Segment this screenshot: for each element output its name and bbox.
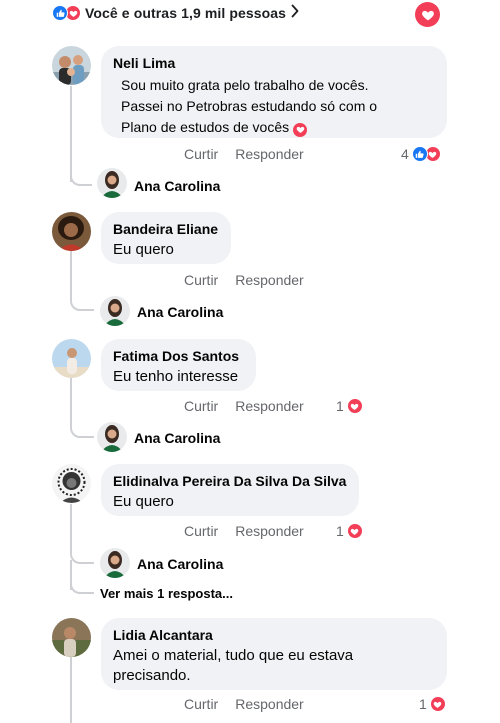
comment-text: Eu quero <box>113 493 174 510</box>
love-icon <box>429 696 446 712</box>
love-icon <box>346 523 363 539</box>
post-reactions-summary[interactable]: Você e outras 1,9 mil pessoas <box>52 2 299 24</box>
reply-author[interactable]: Ana Carolina <box>134 430 220 446</box>
love-icon <box>421 8 435 22</box>
comment-bubble: Fatima Dos Santos Eu tenho interesse <box>101 339 256 391</box>
avatar[interactable] <box>52 46 91 85</box>
reply-author[interactable]: Ana Carolina <box>137 556 223 572</box>
reply-author[interactable]: Ana Carolina <box>134 178 220 194</box>
comment-author[interactable]: Lidia Alcantara <box>113 626 435 644</box>
chevron-right-icon <box>291 4 299 23</box>
like-button[interactable]: Curtir <box>184 272 218 288</box>
thread-connector <box>70 251 94 311</box>
love-reaction-button[interactable] <box>415 2 440 27</box>
reaction-count: 4 <box>401 146 409 162</box>
reply-button[interactable]: Responder <box>235 398 304 414</box>
comment-text: Eu tenho interesse <box>113 368 239 385</box>
like-button[interactable]: Curtir <box>184 398 218 414</box>
comment-text: Amei o material, tudo que eu estava prec… <box>113 647 354 684</box>
reactions-summary-text: Você e outras 1,9 mil pessoas <box>85 5 287 21</box>
like-button[interactable]: Curtir <box>184 696 218 712</box>
comment-author[interactable]: Fatima Dos Santos <box>113 347 244 365</box>
love-icon <box>346 398 363 414</box>
comment-actions: Curtir Responder <box>184 523 304 539</box>
thread-connector <box>70 378 94 438</box>
thread-line <box>70 657 72 723</box>
reply-button[interactable]: Responder <box>235 272 304 288</box>
reaction-count: 1 <box>336 398 344 414</box>
comment-reactions[interactable]: 4 <box>401 146 441 162</box>
like-icon <box>411 146 428 162</box>
comment-bubble: Bandeira Eliane Eu quero <box>101 212 231 264</box>
like-button[interactable]: Curtir <box>184 523 218 539</box>
comment-author[interactable]: Neli Lima <box>113 54 435 72</box>
avatar[interactable] <box>52 339 91 378</box>
comment-author[interactable]: Bandeira Eliane <box>113 220 219 238</box>
love-icon <box>293 122 308 137</box>
comment-text: Sou muito grata pelo trabalho de vocês. … <box>121 77 378 137</box>
like-icon <box>52 5 68 21</box>
reaction-count: 1 <box>419 696 427 712</box>
thread-connector <box>70 504 94 564</box>
reply-avatar[interactable] <box>97 422 127 452</box>
reaction-count: 1 <box>336 523 344 539</box>
reply-avatar[interactable] <box>100 548 130 578</box>
avatar[interactable] <box>52 618 91 657</box>
comment-reactions[interactable]: 1 <box>336 523 363 539</box>
avatar[interactable] <box>52 212 91 251</box>
reply-button[interactable]: Responder <box>235 696 304 712</box>
comment-actions: Curtir Responder <box>184 398 304 414</box>
comment-actions: Curtir Responder <box>184 272 304 288</box>
avatar[interactable] <box>52 464 91 503</box>
reply-author[interactable]: Ana Carolina <box>137 304 223 320</box>
reaction-icons <box>52 5 81 21</box>
comment-actions: Curtir Responder <box>184 146 304 162</box>
thread-connector <box>70 578 94 594</box>
comment-author[interactable]: Elidinalva Pereira Da Silva Da Silva <box>113 472 347 490</box>
comment-bubble: Neli Lima Sou muito grata pelo trabalho … <box>101 46 447 138</box>
reply-avatar[interactable] <box>97 168 127 198</box>
like-button[interactable]: Curtir <box>184 146 218 162</box>
view-more-replies-link[interactable]: Ver mais 1 resposta... <box>100 586 233 601</box>
reply-button[interactable]: Responder <box>235 146 304 162</box>
comment-actions: Curtir Responder <box>184 696 304 712</box>
comment-text: Eu quero <box>113 241 174 258</box>
reply-avatar[interactable] <box>100 296 130 326</box>
comment-bubble: Elidinalva Pereira Da Silva Da Silva Eu … <box>101 464 359 516</box>
comment-reactions[interactable]: 1 <box>336 398 363 414</box>
comment-reactions[interactable]: 1 <box>419 696 446 712</box>
thread-connector <box>70 86 92 186</box>
reply-button[interactable]: Responder <box>235 523 304 539</box>
comment-bubble: Lidia Alcantara Amei o material, tudo qu… <box>101 618 447 690</box>
